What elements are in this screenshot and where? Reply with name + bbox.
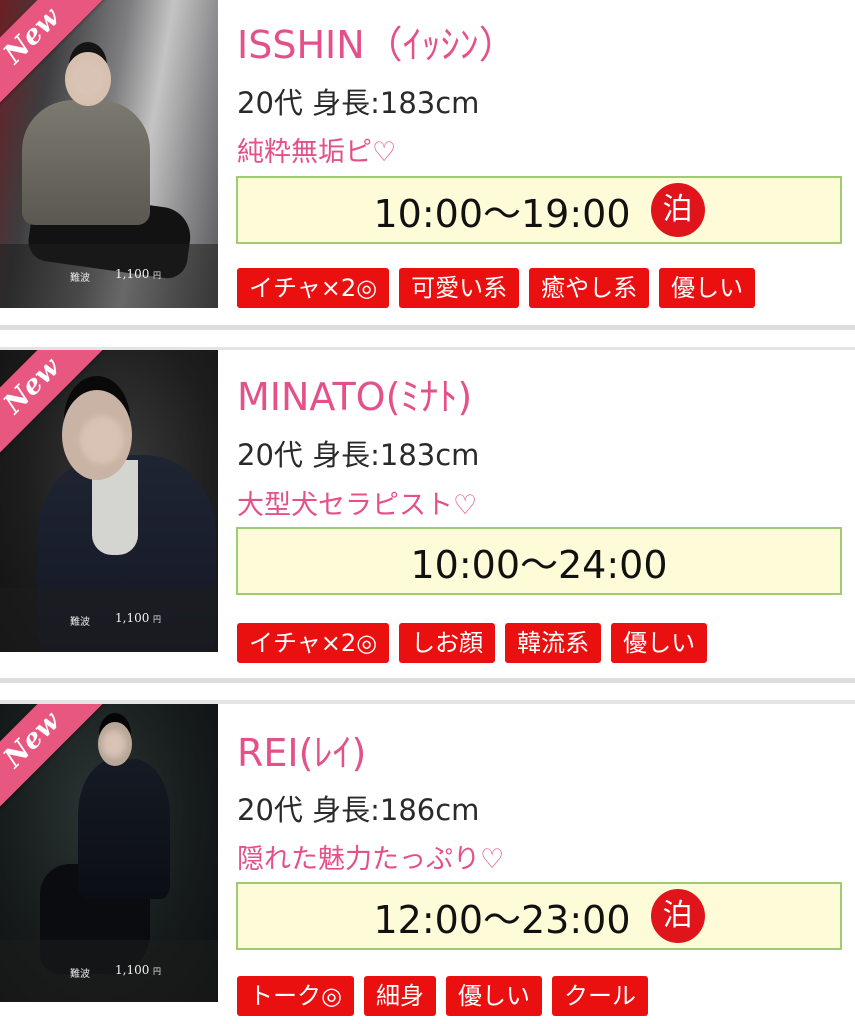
tag-list: イチャ×2◎ 可愛い系 癒やし系 優しい	[237, 268, 756, 308]
photo-price-unit: 円	[153, 271, 161, 280]
tag: 優しい	[445, 976, 542, 1016]
card-divider	[0, 325, 855, 330]
blurred-face	[70, 62, 104, 96]
photo-area-label: 難波	[70, 273, 90, 284]
tag-list: トーク◎ 細身 優しい クール	[237, 976, 648, 1016]
photo-price-unit: 円	[153, 615, 161, 624]
tag: 優しい	[611, 623, 708, 663]
therapist-name[interactable]: REI(ﾚｲ)	[237, 722, 366, 777]
photo-price-bar: 難波 1,100 円	[0, 940, 218, 1002]
schedule-hours: 10:00〜24:00	[410, 542, 668, 587]
schedule-hours: 10:00〜19:00	[373, 191, 631, 236]
tag: しお顔	[399, 623, 496, 663]
tag: 可愛い系	[399, 268, 520, 308]
photo-area-label: 難波	[70, 617, 90, 628]
overnight-badge: 泊	[650, 183, 705, 237]
photo-price-unit: 円	[153, 967, 161, 976]
photo-price: 1,100	[115, 267, 150, 281]
schedule-hours-box: 10:00〜19:00 泊	[236, 176, 842, 244]
therapist-name[interactable]: ISSHIN（ｲｯｼﾝ）	[237, 14, 517, 69]
photo-price: 1,100	[115, 611, 150, 625]
therapist-photo[interactable]: 難波 1,100 円 New	[0, 704, 218, 1002]
therapist-card[interactable]: 難波 1,100 円 New ISSHIN（ｲｯｼﾝ） 20代 身長:183cm…	[0, 0, 855, 325]
tag: イチャ×2◎	[237, 623, 390, 663]
blurred-face	[102, 730, 126, 758]
tag: イチャ×2◎	[237, 268, 390, 308]
photo-price: 1,100	[115, 963, 150, 977]
figure-body	[78, 759, 170, 899]
therapist-card[interactable]: 難波 1,100 円 New REI(ﾚｲ) 20代 身長:186cm 隠れた魅…	[0, 704, 855, 1024]
therapist-name[interactable]: MINATO(ﾐﾅﾄ)	[237, 366, 472, 421]
tag: トーク◎	[237, 976, 354, 1016]
tag: 癒やし系	[529, 268, 650, 308]
therapist-catchphrase: 純粋無垢ピ♡	[237, 137, 397, 168]
therapist-photo[interactable]: 難波 1,100 円 New	[0, 350, 218, 652]
overnight-badge: 泊	[650, 889, 705, 943]
tag: 韓流系	[505, 623, 602, 663]
therapist-catchphrase: 隠れた魅力たっぷり♡	[237, 844, 505, 875]
figure-body	[22, 100, 150, 225]
therapist-catchphrase: 大型犬セラピスト♡	[237, 490, 478, 521]
tag: クール	[551, 976, 648, 1016]
photo-area-label: 難波	[70, 969, 90, 980]
photo-price-bar: 難波 1,100 円	[0, 244, 218, 308]
therapist-stats: 20代 身長:183cm	[237, 438, 480, 472]
card-divider	[0, 678, 855, 683]
therapist-stats: 20代 身長:186cm	[237, 793, 480, 827]
therapist-card[interactable]: 難波 1,100 円 New MINATO(ﾐﾅﾄ) 20代 身長:183cm …	[0, 350, 855, 675]
schedule-hours-box: 12:00〜23:00 泊	[236, 882, 842, 950]
tag: 優しい	[659, 268, 756, 308]
tag: 細身	[363, 976, 436, 1016]
schedule-hours: 12:00〜23:00	[373, 897, 631, 942]
therapist-stats: 20代 身長:183cm	[237, 86, 480, 120]
blurred-face	[80, 416, 124, 464]
tag-list: イチャ×2◎ しお顔 韓流系 優しい	[237, 623, 708, 663]
photo-price-bar: 難波 1,100 円	[0, 588, 218, 652]
therapist-photo[interactable]: 難波 1,100 円 New	[0, 0, 218, 308]
schedule-hours-box: 10:00〜24:00	[236, 527, 842, 595]
